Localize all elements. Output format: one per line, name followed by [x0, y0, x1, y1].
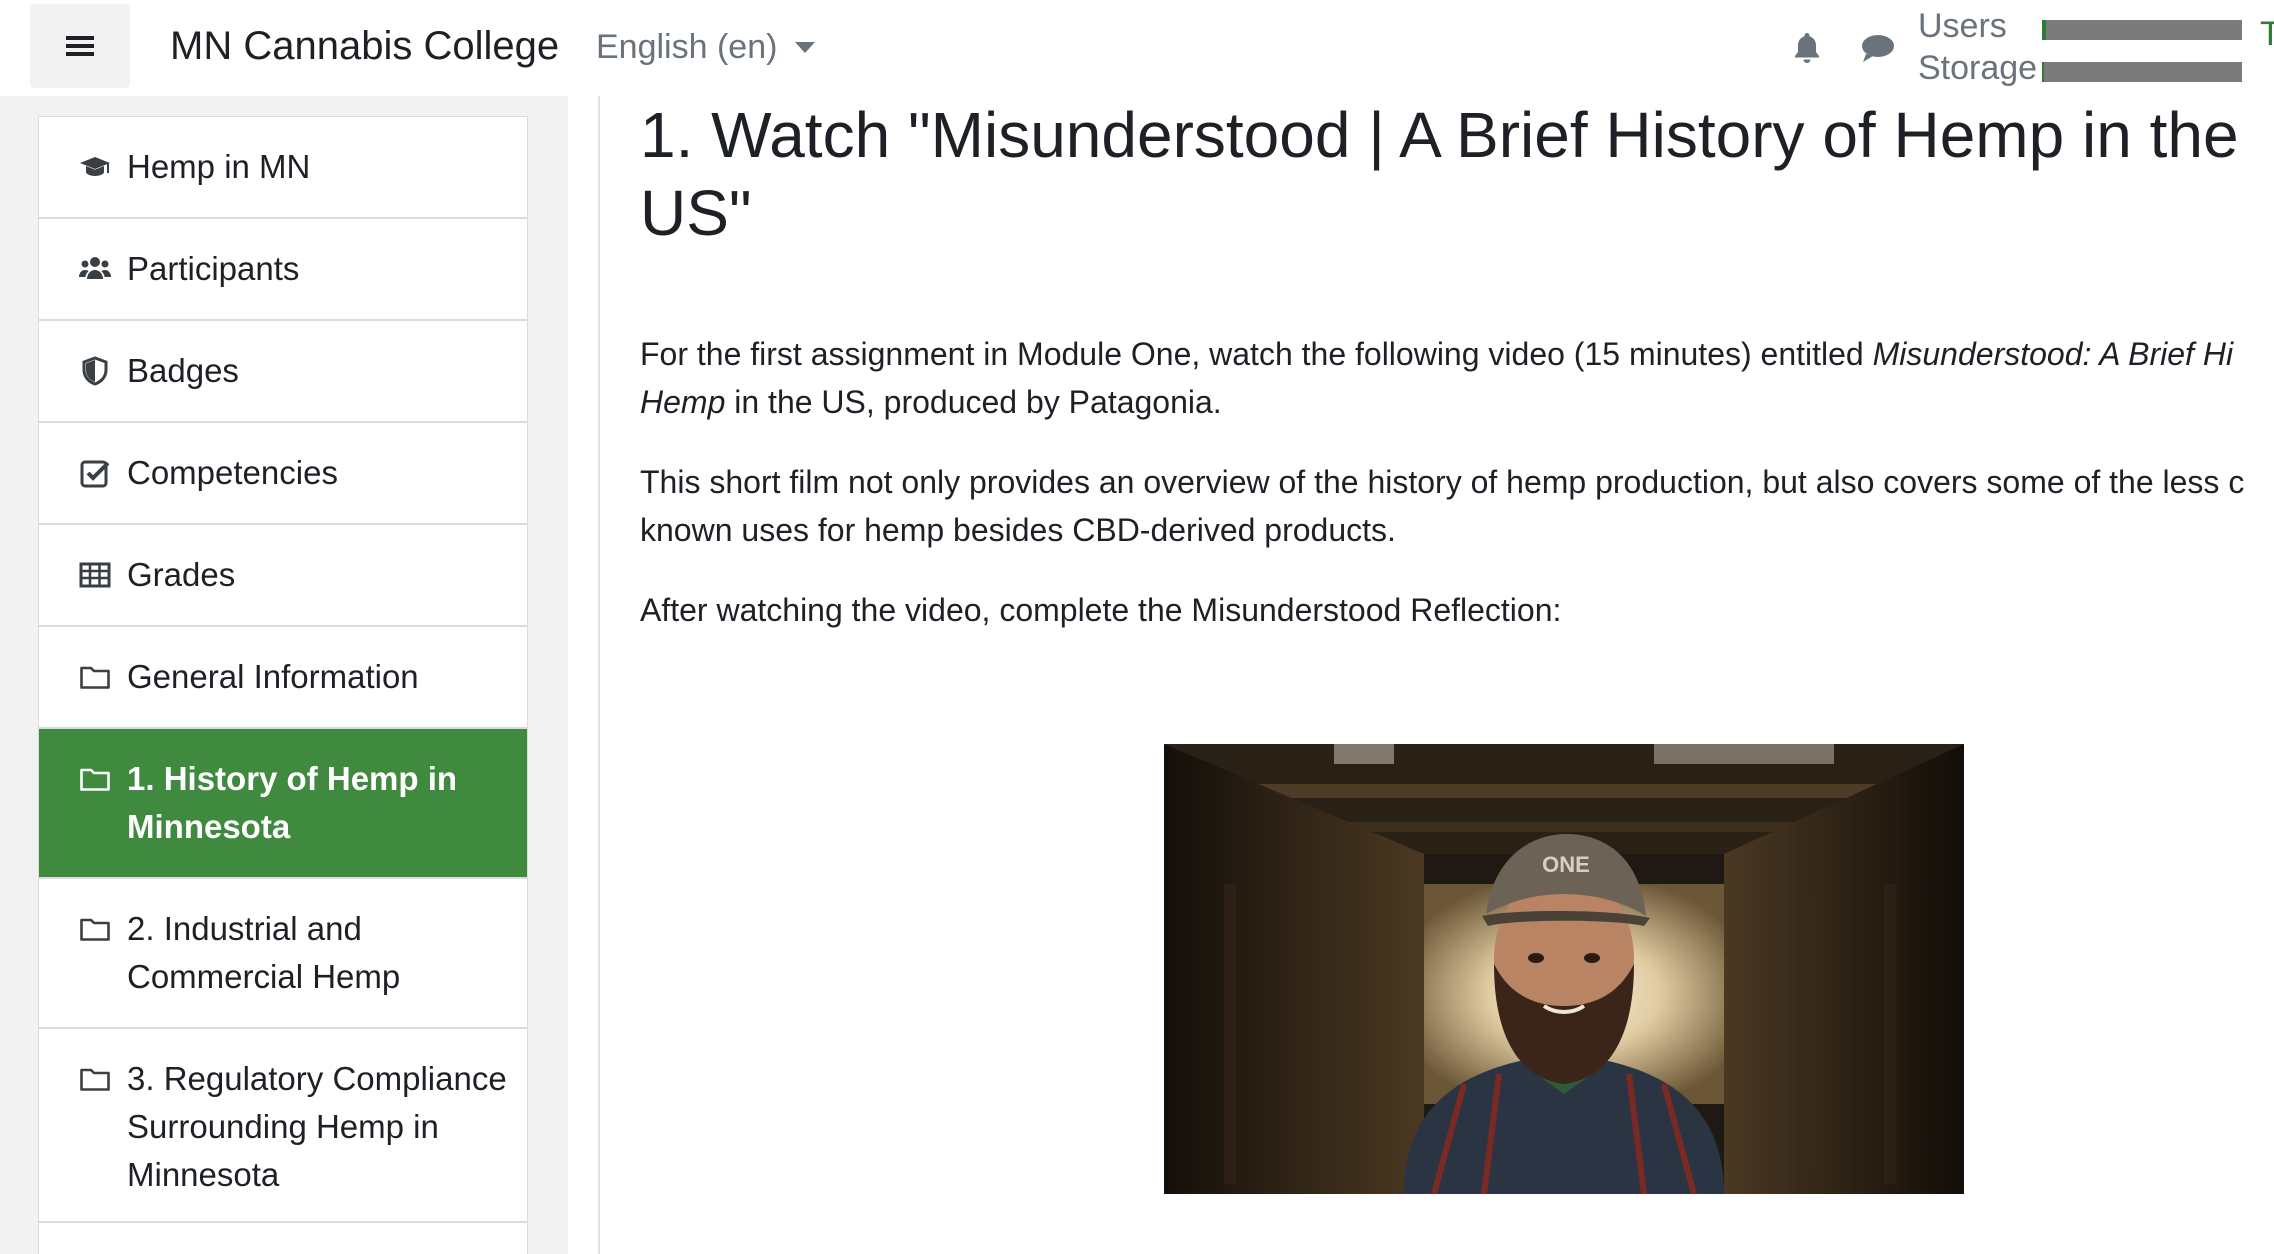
- users-quota-bar: [2042, 20, 2242, 40]
- folder-icon: [79, 1055, 127, 1103]
- drawer-item-label: Grades: [127, 556, 236, 593]
- table-icon: [79, 551, 127, 599]
- drawer-item-label: 1. History of Hemp in Minnesota: [127, 760, 458, 845]
- users-icon: [79, 245, 127, 293]
- folder-icon: [79, 905, 127, 953]
- drawer-item-grades[interactable]: Grades: [39, 525, 527, 627]
- video-title-part2: Hemp: [640, 384, 726, 420]
- storage-quota-bar: [2042, 62, 2242, 82]
- top-navbar: MN Cannabis College English ‎(en)‎ Users…: [0, 0, 2274, 96]
- drawer-item-label: 3. Regulatory Compliance Surrounding Hem…: [127, 1060, 507, 1193]
- quota-edge-text: T: [2260, 15, 2274, 53]
- drawer-item-label: Hemp in MN: [127, 148, 311, 185]
- folder-icon: [79, 755, 127, 803]
- intro-text-a: For the first assignment in Module One, …: [640, 336, 1873, 372]
- quota-indicator: Users Storage T: [1918, 4, 2274, 90]
- drawer-item-label: General Information: [127, 658, 419, 695]
- bell-icon[interactable]: [1790, 30, 1824, 64]
- drawer-item-label: 2. Industrial and Commercial Hemp: [127, 910, 401, 995]
- drawer-toggle-button[interactable]: [30, 4, 130, 88]
- caret-down-icon: [795, 41, 816, 53]
- storage-quota-fill: [2042, 62, 2044, 82]
- drawer-item-label: Participants: [127, 250, 300, 287]
- video-title-part1: Misunderstood: A Brief Hi: [1872, 336, 2234, 372]
- drawer-item-regulatory-compliance[interactable]: 3. Regulatory Compliance Surrounding Hem…: [39, 1029, 527, 1223]
- drawer-item-hemp-in-mn[interactable]: Hemp in MN: [39, 117, 527, 219]
- video-player[interactable]: ONE: [1164, 744, 1964, 1194]
- course-drawer: Hemp in MN Participants Badges Competenc…: [0, 96, 568, 1254]
- site-name-link[interactable]: MN Cannabis College: [170, 20, 559, 72]
- main-content: 1. Watch "Misunderstood | A Brief Histor…: [640, 96, 2274, 1254]
- page-title: 1. Watch "Misunderstood | A Brief Histor…: [640, 99, 2239, 249]
- instruction-paragraph: After watching the video, complete the M…: [640, 592, 1562, 628]
- drawer-item-history-of-hemp[interactable]: 1. History of Hemp in Minnesota: [39, 729, 527, 879]
- drawer-item-industrial-commercial-hemp[interactable]: 2. Industrial and Commercial Hemp: [39, 879, 527, 1029]
- video-thumbnail: ONE: [1164, 744, 1964, 1194]
- drawer-item-general-information[interactable]: General Information: [39, 627, 527, 729]
- folder-icon: [79, 653, 127, 701]
- drawer-item-participants[interactable]: Participants: [39, 219, 527, 321]
- language-label: English ‎(en)‎: [596, 28, 778, 66]
- chat-icon[interactable]: [1860, 32, 1896, 64]
- drawer-item-competencies[interactable]: Competencies: [39, 423, 527, 525]
- drawer-item-label: Competencies: [127, 454, 338, 491]
- course-nav-list: Hemp in MN Participants Badges Competenc…: [38, 116, 528, 1254]
- language-menu[interactable]: English ‎(en)‎: [596, 24, 816, 70]
- drawer-item-label: Badges: [127, 352, 239, 389]
- svg-text:ONE: ONE: [1542, 852, 1590, 877]
- intro-paragraph: For the first assignment in Module One, …: [640, 330, 2274, 426]
- graduation-cap-icon: [79, 143, 127, 191]
- intro-text-b: in the US, produced by Patagonia.: [725, 384, 1222, 420]
- drawer-item-next[interactable]: [39, 1223, 527, 1254]
- check-square-icon: [79, 449, 127, 497]
- users-quota-fill: [2042, 20, 2046, 40]
- menu-icon: [66, 36, 94, 56]
- drawer-item-badges[interactable]: Badges: [39, 321, 527, 423]
- shield-icon: [79, 347, 127, 395]
- storage-quota-label: Storage: [1918, 49, 2038, 87]
- overview-paragraph: This short film not only provides an ove…: [640, 464, 2245, 548]
- content-divider: [598, 96, 600, 1254]
- users-quota-label: Users: [1918, 7, 2007, 45]
